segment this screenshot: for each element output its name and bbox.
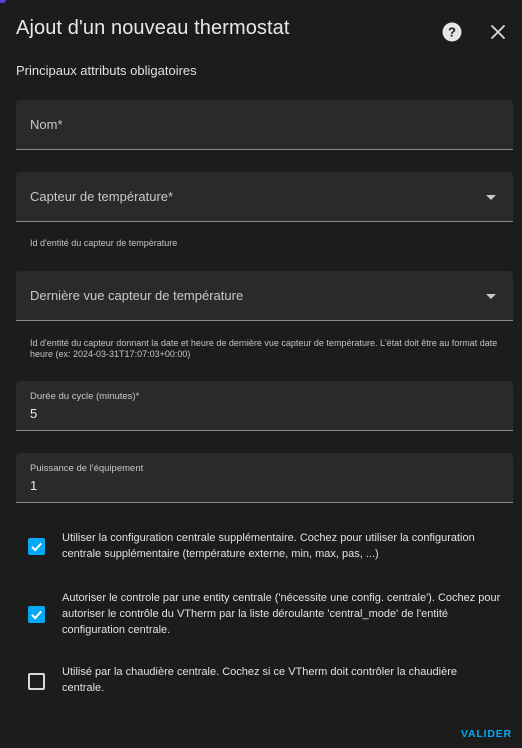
dropdown-arrow-icon[interactable] [486,294,496,299]
central-config-checkbox[interactable] [28,538,45,555]
checkbox-row-central-control[interactable]: Autoriser le controle par une entity cen… [28,590,508,638]
temperature-sensor-select[interactable]: Capteur de température* [16,172,513,222]
dialog-subtitle: Principaux attributs obligatoires [16,63,197,78]
central-control-checkbox[interactable] [28,606,45,623]
central-config-label: Utiliser la configuration centrale suppl… [62,532,475,560]
last-seen-sensor-placeholder: Dernière vue capteur de température [30,288,244,303]
dialog-title: Ajout d'un nouveau thermostat [16,17,290,39]
temperature-sensor-placeholder: Capteur de température* [30,189,174,204]
svg-text:?: ? [448,25,456,40]
temperature-sensor-helper: Id d'entité du capteur de température [30,238,178,248]
checkbox-row-central-config[interactable]: Utiliser la configuration centrale suppl… [28,530,508,564]
central-boiler-checkbox[interactable] [28,673,45,690]
check-icon [31,610,43,620]
power-value: 1 [30,478,38,493]
name-placeholder: Nom* [30,117,63,132]
cycle-duration-label: Durée du cycle (minutes)* [30,391,140,402]
power-label: Puissance de l'équipement [30,463,144,474]
last-seen-sensor-select[interactable]: Dernière vue capteur de température [16,271,513,321]
help-icon[interactable]: ? [442,22,462,42]
config-dialog: Ajout d'un nouveau thermostat ? Principa… [0,0,522,748]
check-icon [31,542,43,552]
cycle-duration-value: 5 [30,406,38,421]
cycle-duration-field[interactable]: Durée du cycle (minutes)* 5 [16,381,513,431]
central-control-label: Autoriser le controle par une entity cen… [62,592,501,636]
corner-accent [0,0,6,3]
checkbox-row-central-boiler[interactable]: Utilisé par la chaudière centrale. Coche… [28,664,508,698]
dropdown-arrow-icon[interactable] [486,195,496,200]
power-field[interactable]: Puissance de l'équipement 1 [16,453,513,503]
last-seen-sensor-helper: Id d'entité du capteur donnant la date e… [30,338,498,359]
submit-button[interactable]: VALIDER [461,728,512,740]
name-field[interactable]: Nom* [16,100,513,150]
close-icon[interactable] [489,23,507,41]
central-boiler-label: Utilisé par la chaudière centrale. Coche… [62,666,457,694]
